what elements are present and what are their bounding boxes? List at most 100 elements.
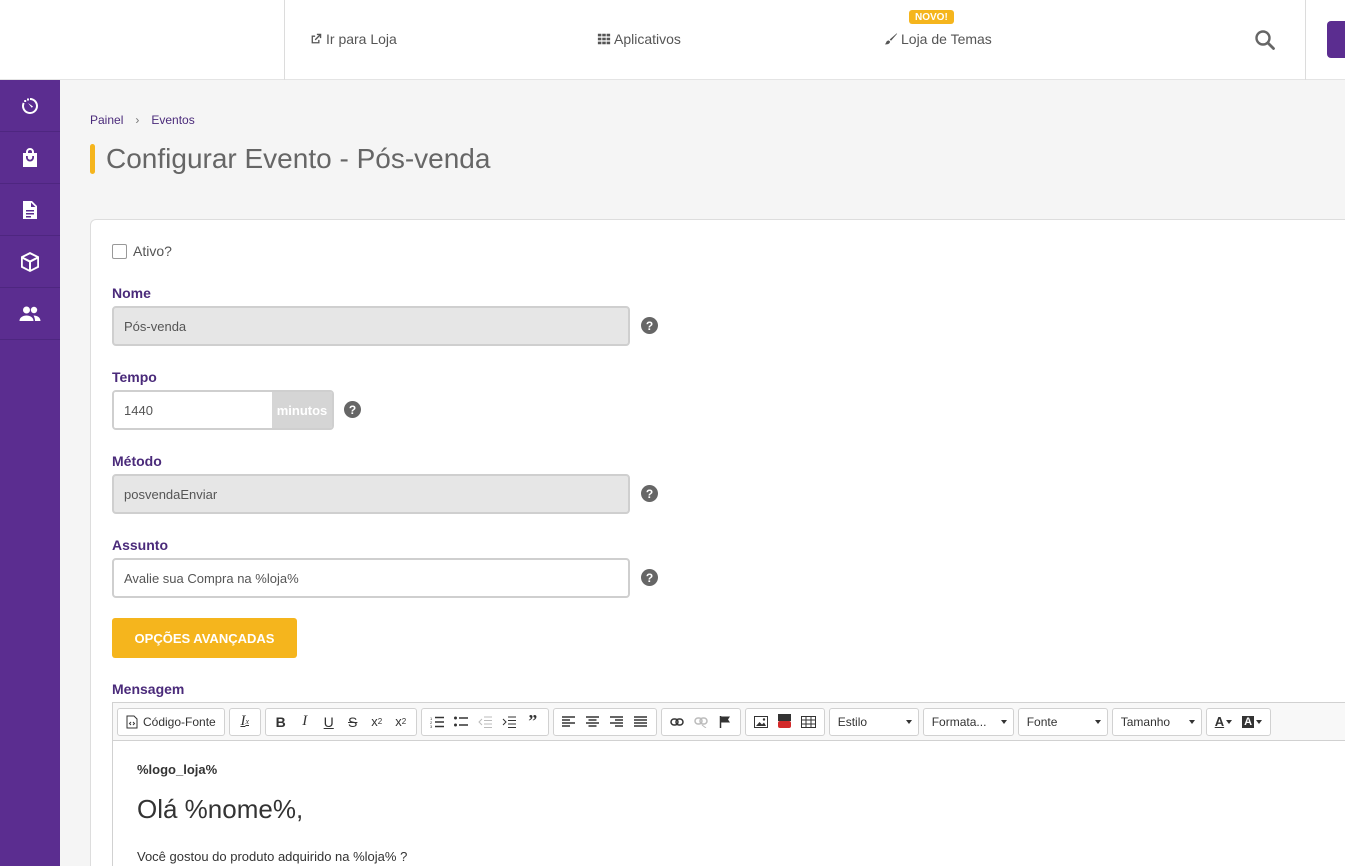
align-center-icon[interactable] (582, 711, 604, 733)
font-select[interactable]: Fonte (1017, 707, 1108, 736)
align-right-icon[interactable] (606, 711, 628, 733)
editor-logo-placeholder: %logo_loja% (137, 762, 218, 777)
breadcrumb-root[interactable]: Painel (90, 113, 123, 127)
time-unit-addon: minutos (272, 392, 332, 428)
box-icon (21, 251, 39, 272)
search-icon[interactable] (1254, 29, 1276, 51)
breadcrumb-current[interactable]: Eventos (151, 113, 194, 127)
sidebar (0, 80, 60, 866)
method-value: posvendaEnviar (124, 486, 218, 502)
breadcrumb-separator: › (135, 113, 140, 127)
name-label: Nome (112, 285, 151, 301)
italic-icon[interactable]: I (294, 711, 316, 733)
anchor-flag-icon[interactable] (714, 711, 736, 733)
remove-format-icon[interactable]: Ix (234, 711, 256, 733)
numbered-list-icon[interactable]: 123 (426, 711, 448, 733)
style-select[interactable]: Estilo (828, 707, 919, 736)
users-icon (19, 306, 41, 321)
time-label: Tempo (112, 369, 157, 385)
method-help-icon[interactable]: ? (641, 485, 658, 502)
list-group: 123 ” (420, 707, 549, 736)
sidebar-item-products[interactable] (0, 236, 60, 288)
editor-toolbar: Código-Fonte Ix B I U S x2 x2 123 ” Esti… (113, 703, 1345, 741)
size-select-label: Tamanho (1120, 714, 1171, 729)
format-select-label: Formata... (931, 714, 987, 729)
superscript-icon[interactable]: x2 (390, 711, 412, 733)
chevron-down-icon (1000, 719, 1007, 724)
go-to-store-label: Ir para Loja (326, 31, 397, 47)
document-icon (23, 200, 37, 219)
chevron-down-icon (905, 719, 912, 724)
background-color-icon[interactable]: A (1238, 711, 1266, 733)
link-group (660, 707, 741, 736)
outdent-icon[interactable] (474, 711, 496, 733)
subject-label: Assunto (112, 537, 168, 553)
editor-greeting: Olá %nome%, (137, 794, 304, 824)
dashboard-icon (21, 97, 38, 114)
grid-icon (597, 33, 611, 45)
advanced-options-button[interactable]: OPÇÕES AVANÇADAS (112, 618, 297, 658)
font-select-label: Fonte (1026, 714, 1058, 729)
apps-label: Aplicativos (614, 31, 681, 47)
sidebar-item-orders[interactable] (0, 132, 60, 184)
paint-brush-icon (884, 33, 898, 45)
bold-icon[interactable]: B (270, 711, 292, 733)
indent-icon[interactable] (498, 711, 520, 733)
subject-value: Avalie sua Compra na %loja% (124, 570, 299, 586)
strikethrough-icon[interactable]: S (342, 711, 364, 733)
source-button[interactable]: Código-Fonte (122, 711, 220, 733)
new-badge: NOVO! (909, 10, 954, 24)
editor-content[interactable]: %logo_loja% Olá %nome%, Você gostou do p… (113, 741, 1345, 864)
shopping-bag-icon (23, 147, 37, 167)
title-accent-bar (90, 144, 95, 174)
bulleted-list-icon[interactable] (450, 711, 472, 733)
justify-icon[interactable] (630, 711, 652, 733)
source-button-label: Código-Fonte (143, 714, 216, 729)
svg-text:3: 3 (430, 724, 433, 728)
chevron-down-icon (1094, 719, 1101, 724)
theme-store-link[interactable]: Loja de Temas (884, 31, 992, 47)
table-icon[interactable] (798, 711, 820, 733)
subject-field[interactable]: Avalie sua Compra na %loja% (112, 558, 630, 598)
underline-icon[interactable]: U (318, 711, 340, 733)
go-to-store-link[interactable]: Ir para Loja (309, 31, 397, 47)
align-left-icon[interactable] (558, 711, 580, 733)
subscript-icon[interactable]: x2 (366, 711, 388, 733)
time-field[interactable]: 1440 (114, 392, 272, 428)
active-checkbox[interactable] (112, 243, 127, 259)
blockquote-icon[interactable]: ” (522, 711, 544, 733)
page-title: Configurar Evento - Pós-venda (90, 143, 490, 175)
link-icon[interactable] (666, 711, 688, 733)
top-bar: Ir para Loja Aplicativos NOVO! Loja de T… (0, 0, 1345, 80)
text-style-group: B I U S x2 x2 (264, 707, 417, 736)
color-group: A A (1205, 707, 1272, 736)
name-help-icon[interactable]: ? (641, 317, 658, 334)
unlink-icon[interactable] (690, 711, 712, 733)
apps-link[interactable]: Aplicativos (597, 31, 681, 47)
size-select[interactable]: Tamanho (1111, 707, 1202, 736)
message-label: Mensagem (112, 681, 185, 697)
source-group: Código-Fonte (117, 707, 225, 736)
editor-paragraph: Você gostou do produto adquirido na %loj… (137, 849, 408, 864)
chevron-down-icon (1188, 719, 1195, 724)
user-menu-button[interactable] (1327, 21, 1345, 58)
message-editor: Código-Fonte Ix B I U S x2 x2 123 ” Esti… (112, 702, 1345, 866)
topbar-divider (1305, 0, 1306, 80)
sidebar-item-dashboard[interactable] (0, 80, 60, 132)
method-label: Método (112, 453, 162, 469)
image-icon[interactable] (750, 711, 772, 733)
youtube-icon[interactable] (774, 711, 796, 733)
format-select[interactable]: Formata... (922, 707, 1014, 736)
text-color-icon[interactable]: A (1211, 711, 1236, 733)
external-link-icon (311, 33, 322, 44)
method-field[interactable]: posvendaEnviar (112, 474, 630, 514)
align-group (552, 707, 657, 736)
time-help-icon[interactable]: ? (344, 401, 361, 418)
clear-format-group: Ix (228, 707, 261, 736)
sidebar-item-customers[interactable] (0, 288, 60, 340)
subject-help-icon[interactable]: ? (641, 569, 658, 586)
sidebar-item-pages[interactable] (0, 184, 60, 236)
name-field[interactable]: Pós-venda (112, 306, 630, 346)
active-checkbox-row[interactable]: Ativo? (112, 243, 172, 259)
style-select-label: Estilo (837, 714, 868, 729)
